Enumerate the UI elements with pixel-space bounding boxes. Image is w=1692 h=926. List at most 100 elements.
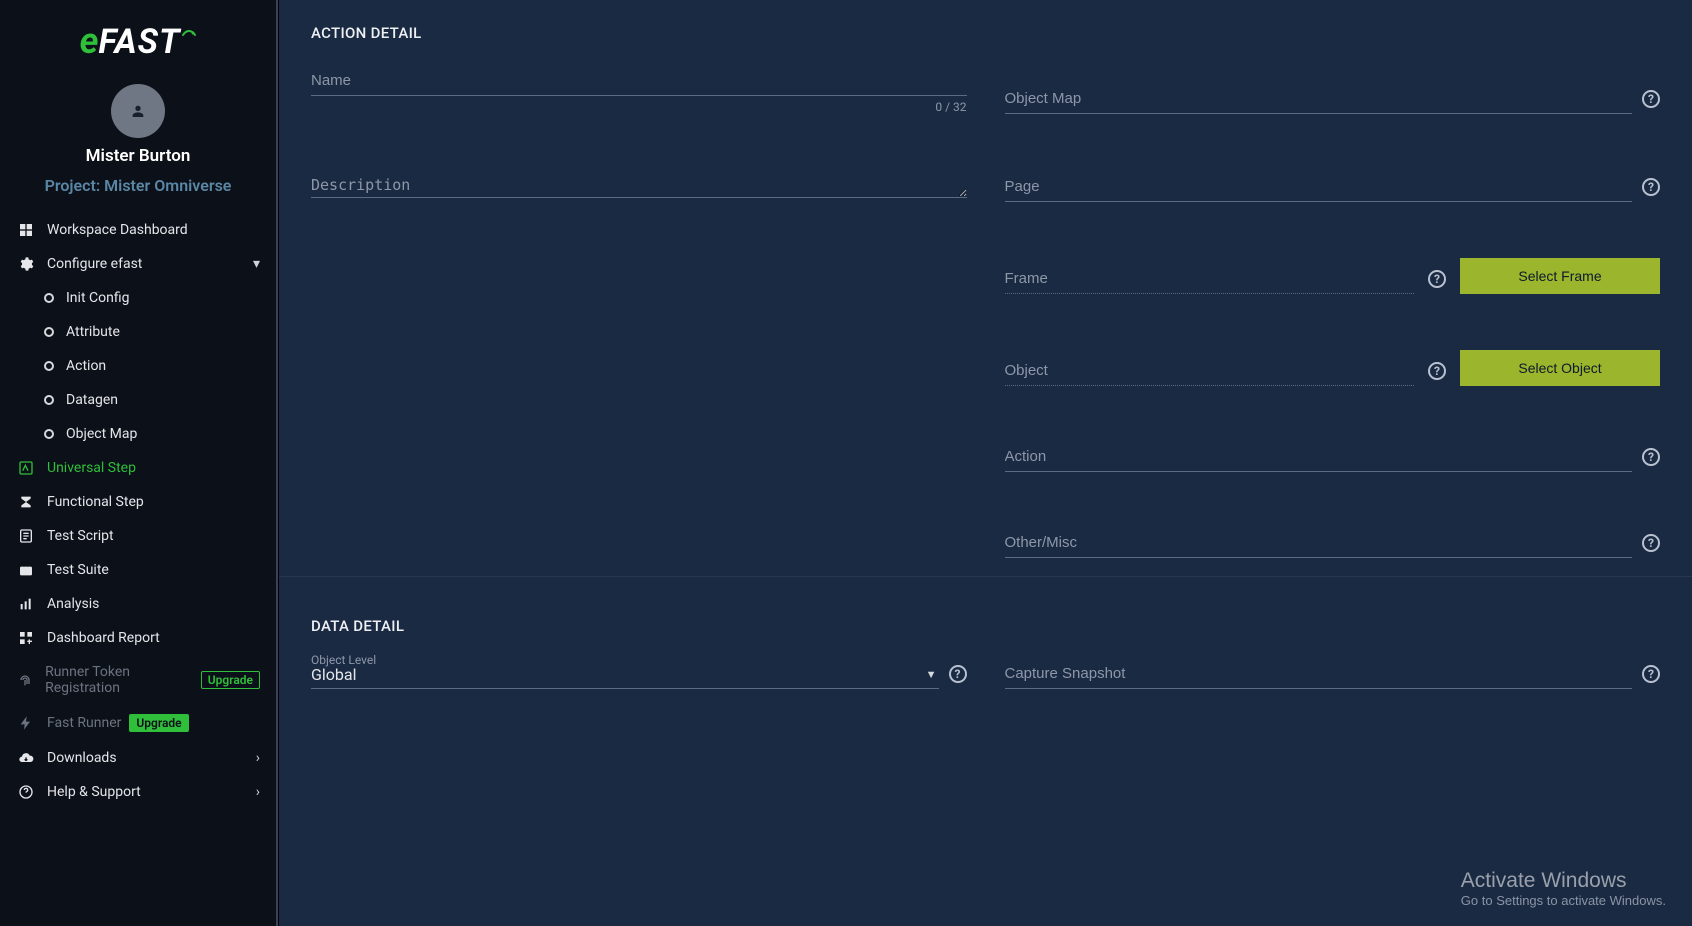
- object-map-field: [1005, 84, 1633, 114]
- help-icon[interactable]: ?: [1642, 448, 1660, 466]
- sidebar-item-fast-runner[interactable]: Fast Runner Upgrade: [0, 705, 276, 741]
- action-detail-title: ACTION DETAIL: [311, 24, 1660, 42]
- person-icon: [130, 103, 146, 119]
- windows-activation-watermark: Activate Windows Go to Settings to activ…: [1461, 869, 1666, 908]
- name-input[interactable]: [311, 66, 967, 96]
- sidebar-item-dashboard-report[interactable]: Dashboard Report: [0, 621, 276, 655]
- object-input[interactable]: [1005, 356, 1415, 386]
- sidebar-sub-label: Attribute: [66, 324, 120, 340]
- capture-snapshot-input[interactable]: [1005, 659, 1633, 689]
- sidebar-sub-label: Object Map: [66, 426, 137, 442]
- bolt-icon: [16, 715, 36, 731]
- sidebar-item-test-suite[interactable]: Test Suite: [0, 553, 276, 587]
- sidebar-item-label: Configure efast: [47, 256, 142, 272]
- sidebar-item-label: Functional Step: [47, 494, 144, 510]
- page-field: [1005, 172, 1633, 202]
- sidebar-sub-label: Action: [66, 358, 106, 374]
- sidebar-sub-object-map[interactable]: Object Map: [0, 417, 276, 451]
- report-icon: [16, 630, 36, 646]
- select-object-button[interactable]: Select Object: [1460, 350, 1660, 386]
- object-level-select[interactable]: Global ▼ ?: [311, 665, 967, 689]
- other-misc-field: [1005, 528, 1633, 558]
- sigma-icon: [16, 494, 36, 510]
- steps-icon: [16, 460, 36, 476]
- name-counter: 0 / 32: [311, 100, 967, 114]
- name-field: [311, 66, 967, 96]
- sidebar-sub-label: Datagen: [66, 392, 118, 408]
- dashboard-icon: [16, 222, 36, 238]
- select-frame-button[interactable]: Select Frame: [1460, 258, 1660, 294]
- description-field: [311, 170, 967, 202]
- sidebar-item-label: Dashboard Report: [47, 630, 160, 646]
- description-input[interactable]: [311, 170, 967, 198]
- sidebar-sub-action[interactable]: Action: [0, 349, 276, 383]
- help-icon[interactable]: ?: [1428, 270, 1446, 288]
- upgrade-badge[interactable]: Upgrade: [129, 714, 188, 732]
- logo-e: e: [80, 20, 99, 62]
- help-icon[interactable]: ?: [1642, 178, 1660, 196]
- help-icon[interactable]: ?: [1642, 665, 1660, 683]
- help-icon[interactable]: ?: [1428, 362, 1446, 380]
- object-map-input[interactable]: [1005, 84, 1633, 114]
- project-label: Project: Mister Omniverse: [0, 176, 276, 195]
- sidebar-item-help[interactable]: Help & Support ›: [0, 775, 276, 809]
- chart-icon: [16, 596, 36, 612]
- main-panel: ACTION DETAIL 0 / 32 ?: [278, 0, 1692, 926]
- logo: e FAST: [0, 0, 276, 72]
- object-level-field: Object Level Global ▼ ?: [311, 665, 967, 689]
- capture-snapshot-field: [1005, 659, 1633, 689]
- sidebar-item-label: Test Suite: [47, 562, 109, 578]
- help-icon[interactable]: ?: [1642, 534, 1660, 552]
- bullet-icon: [44, 395, 54, 405]
- sidebar-item-label: Workspace Dashboard: [47, 222, 188, 238]
- sidebar-item-test-script[interactable]: Test Script: [0, 519, 276, 553]
- sidebar-sub-datagen[interactable]: Datagen: [0, 383, 276, 417]
- page-input[interactable]: [1005, 172, 1633, 202]
- user-name: Mister Burton: [0, 146, 276, 166]
- sidebar-item-label: Help & Support: [47, 784, 141, 800]
- sidebar-item-runner-token[interactable]: Runner Token Registration Upgrade: [0, 655, 276, 705]
- sidebar-nav: Workspace Dashboard Configure efast ▾ In…: [0, 213, 276, 916]
- sidebar-item-workspace-dashboard[interactable]: Workspace Dashboard: [0, 213, 276, 247]
- logo-accent-icon: [181, 17, 197, 50]
- help-icon[interactable]: ?: [1642, 90, 1660, 108]
- upgrade-badge[interactable]: Upgrade: [201, 671, 260, 689]
- chevron-right-icon: ›: [256, 784, 260, 800]
- fingerprint-icon: [16, 672, 34, 688]
- script-icon: [16, 528, 36, 544]
- sidebar-item-universal-step[interactable]: Universal Step: [0, 451, 276, 485]
- watermark-title: Activate Windows: [1461, 869, 1666, 893]
- action-input[interactable]: [1005, 442, 1633, 472]
- sidebar-item-label: Downloads: [47, 750, 117, 766]
- chevron-right-icon: ›: [256, 750, 260, 766]
- frame-input[interactable]: [1005, 264, 1415, 294]
- sidebar-sub-attribute[interactable]: Attribute: [0, 315, 276, 349]
- sidebar-item-label: Universal Step: [47, 460, 136, 476]
- sidebar-sub-init-config[interactable]: Init Config: [0, 281, 276, 315]
- sidebar-item-configure[interactable]: Configure efast ▾: [0, 247, 276, 281]
- logo-fast: FAST: [98, 22, 180, 62]
- help-icon: [16, 784, 36, 800]
- bullet-icon: [44, 327, 54, 337]
- action-field: [1005, 442, 1633, 472]
- bullet-icon: [44, 293, 54, 303]
- sidebar: e FAST Mister Burton Project: Mister Omn…: [0, 0, 278, 926]
- sidebar-item-label: Runner Token Registration: [45, 664, 193, 696]
- other-misc-input[interactable]: [1005, 528, 1633, 558]
- frame-field: [1005, 264, 1415, 294]
- caret-down-icon: ▼: [926, 668, 939, 681]
- sidebar-item-functional-step[interactable]: Functional Step: [0, 485, 276, 519]
- object-level-label: Object Level: [311, 653, 376, 667]
- help-icon[interactable]: ?: [949, 665, 967, 683]
- bullet-icon: [44, 361, 54, 371]
- sidebar-item-label: Analysis: [47, 596, 99, 612]
- sidebar-item-analysis[interactable]: Analysis: [0, 587, 276, 621]
- sidebar-item-downloads[interactable]: Downloads ›: [0, 741, 276, 775]
- cloud-download-icon: [16, 750, 36, 766]
- chevron-down-icon: ▾: [253, 256, 260, 272]
- gear-icon: [16, 256, 36, 272]
- avatar[interactable]: [111, 84, 165, 138]
- watermark-subtitle: Go to Settings to activate Windows.: [1461, 893, 1666, 908]
- sidebar-sub-label: Init Config: [66, 290, 129, 306]
- object-field: [1005, 356, 1415, 386]
